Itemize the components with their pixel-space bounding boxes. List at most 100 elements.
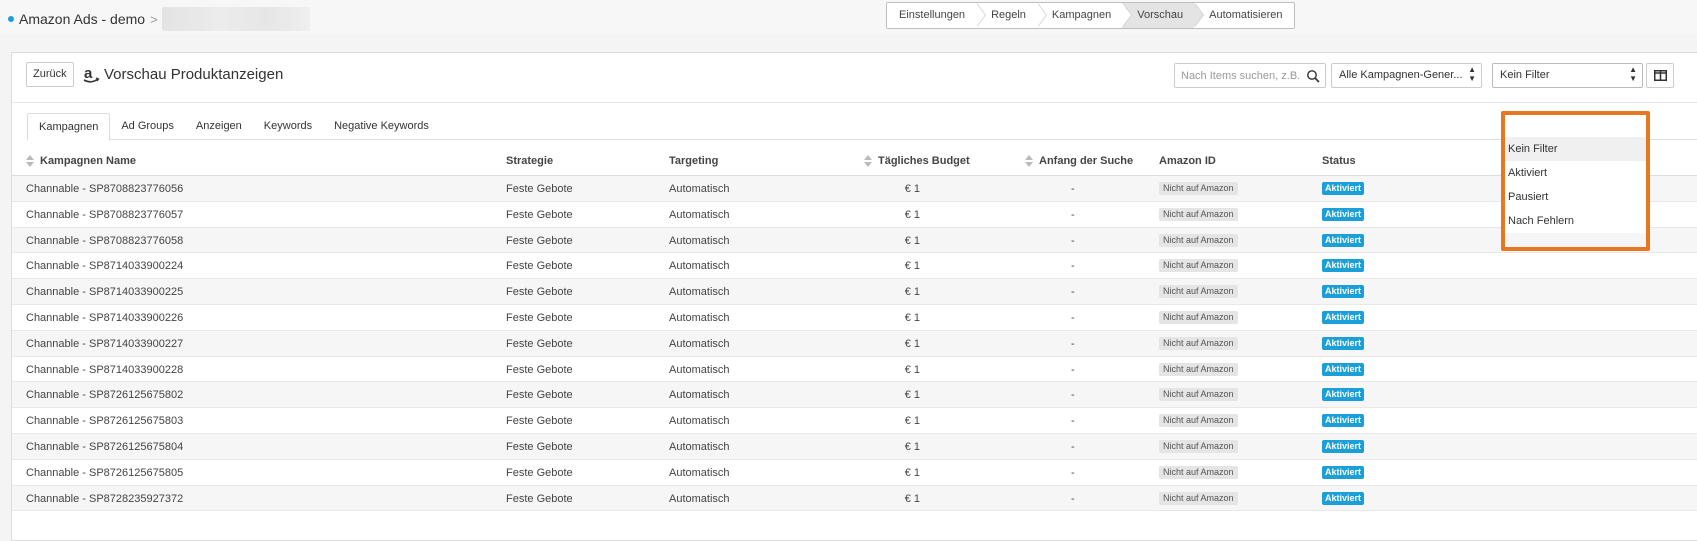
cell-start: -	[1071, 466, 1075, 479]
amazon-id-badge: Nicht auf Amazon	[1159, 439, 1238, 453]
cell-campaign-name[interactable]: Channable - SP8714033900228	[26, 364, 183, 376]
filter-option-nach-fehlern[interactable]: Nach Fehlern	[1503, 209, 1646, 233]
cell-start: -	[1071, 440, 1075, 453]
status-badge: Aktiviert	[1322, 285, 1365, 299]
preview-panel: Zurück a Vorschau Produktanzeigen Alle K…	[11, 52, 1697, 541]
status-filter-select[interactable]: Kein Filter ▲ ▼	[1492, 63, 1643, 88]
cell-budget: € 1	[904, 234, 920, 247]
search-input[interactable]	[1175, 64, 1303, 87]
campaign-generator-value: Alle Kampagnen-Gener...	[1339, 69, 1463, 81]
status-badge: Aktiviert	[1322, 310, 1365, 324]
table-row[interactable]: Channable - SP8708823776056 Feste Gebote A…	[12, 176, 1697, 202]
cell-targeting: Automatisch	[669, 337, 730, 350]
status-dot-icon	[8, 16, 14, 22]
back-button[interactable]: Zurück	[26, 62, 74, 87]
status-badge: Aktiviert	[1322, 465, 1365, 479]
tab-keywords[interactable]: Keywords	[253, 113, 323, 140]
table-row[interactable]: Channable - SP8726125675803 Feste Gebote A…	[12, 408, 1697, 434]
table-row[interactable]: Channable - SP8708823776058 Feste Gebote A…	[12, 227, 1697, 254]
cell-budget: € 1	[904, 389, 920, 402]
cell-start: -	[1071, 260, 1075, 273]
table-row[interactable]: Channable - SP8726125675804 Feste Gebote A…	[12, 433, 1697, 460]
amazon-id-badge: Nicht auf Amazon	[1159, 336, 1238, 350]
tab-negative-keywords[interactable]: Negative Keywords	[323, 113, 440, 140]
filter-option-aktiviert[interactable]: Aktiviert	[1503, 161, 1646, 185]
amazon-id-badge: Nicht auf Amazon	[1159, 310, 1238, 324]
cell-budget: € 1	[904, 492, 920, 505]
cell-campaign-name[interactable]: Channable - SP8714033900226	[26, 312, 183, 324]
wizard-steps: Einstellungen Regeln Kampagnen Vorschau …	[886, 2, 1295, 29]
cell-campaign-name[interactable]: Channable - SP8714033900224	[26, 260, 183, 272]
tab-kampagnen[interactable]: Kampagnen	[27, 113, 111, 141]
step-vorschau[interactable]: Vorschau	[1122, 3, 1204, 28]
select-arrows-icon: ▲ ▼	[1629, 65, 1637, 83]
table-row[interactable]: Channable - SP8726125675805 Feste Gebote A…	[12, 460, 1697, 486]
cell-campaign-name[interactable]: Channable - SP8714033900227	[26, 338, 183, 350]
cell-targeting: Automatisch	[669, 260, 730, 273]
tab-anzeigen[interactable]: Anzeigen	[185, 113, 253, 140]
cell-campaign-name[interactable]: Channable - SP8726125675803	[26, 415, 183, 427]
table-row[interactable]: Channable - SP8714033900227 Feste Gebote A…	[12, 330, 1697, 357]
cell-campaign-name[interactable]: Channable - SP8728235927372	[26, 493, 183, 505]
cell-budget: € 1	[904, 363, 920, 376]
cell-targeting: Automatisch	[669, 311, 730, 324]
cell-targeting: Automatisch	[669, 440, 730, 453]
cell-strategy: Feste Gebote	[506, 466, 573, 479]
table-row[interactable]: Channable - SP8726125675802 Feste Gebote A…	[12, 382, 1697, 409]
cell-start: -	[1071, 363, 1075, 376]
cell-campaign-name[interactable]: Channable - SP8708823776057	[26, 209, 183, 221]
col-header-budget[interactable]: Tägliches Budget	[864, 155, 970, 167]
amazon-id-badge: Nicht auf Amazon	[1159, 207, 1238, 221]
sort-icon	[1025, 155, 1033, 167]
col-header-start[interactable]: Anfang der Suche	[1025, 155, 1133, 167]
col-header-start-label: Anfang der Suche	[1039, 155, 1134, 167]
cell-strategy: Feste Gebote	[506, 208, 573, 221]
cell-campaign-name[interactable]: Channable - SP8714033900225	[26, 286, 183, 298]
amazon-id-badge: Nicht auf Amazon	[1159, 388, 1238, 402]
filter-option-pausiert[interactable]: Pausiert	[1503, 185, 1646, 209]
table-row[interactable]: Channable - SP8708823776057 Feste Gebote A…	[12, 202, 1697, 228]
cell-strategy: Feste Gebote	[506, 440, 573, 453]
cell-strategy: Feste Gebote	[506, 260, 573, 273]
amazon-id-badge: Nicht auf Amazon	[1159, 233, 1238, 247]
sort-icon	[864, 155, 872, 167]
cell-budget: € 1	[904, 466, 920, 479]
cell-budget: € 1	[904, 311, 920, 324]
table-row[interactable]: Channable - SP8714033900228 Feste Gebote A…	[12, 357, 1697, 383]
columns-toggle-button[interactable]	[1646, 63, 1674, 88]
status-badge: Aktiviert	[1322, 182, 1365, 195]
cell-start: -	[1071, 286, 1075, 299]
app-title[interactable]: Amazon Ads - demo	[19, 11, 145, 27]
cell-campaign-name[interactable]: Channable - SP8726125675804	[26, 441, 183, 453]
filter-option-kein-filter[interactable]: Kein Filter	[1503, 137, 1646, 161]
table-row[interactable]: Channable - SP8714033900224 Feste Gebote A…	[12, 253, 1697, 280]
amazon-id-badge: Nicht auf Amazon	[1159, 182, 1238, 195]
select-arrows-icon: ▲ ▼	[1468, 65, 1476, 83]
table-row[interactable]: Channable - SP8728235927372 Feste Gebote A…	[12, 485, 1697, 512]
cell-targeting: Automatisch	[669, 389, 730, 402]
cell-budget: € 1	[904, 286, 920, 299]
cell-budget: € 1	[904, 183, 920, 195]
step-kampagnen[interactable]: Kampagnen	[1036, 3, 1133, 28]
search-box	[1174, 63, 1326, 88]
tab-ad-groups[interactable]: Ad Groups	[110, 113, 185, 140]
cell-campaign-name[interactable]: Channable - SP8726125675802	[26, 389, 183, 401]
cell-strategy: Feste Gebote	[506, 492, 573, 505]
sort-icon	[26, 155, 34, 167]
amazon-id-badge: Nicht auf Amazon	[1159, 414, 1238, 428]
cell-targeting: Automatisch	[669, 208, 730, 221]
cell-campaign-name[interactable]: Channable - SP8708823776056	[26, 183, 183, 195]
step-einstellungen[interactable]: Einstellungen	[887, 3, 987, 28]
campaign-generator-select[interactable]: Alle Kampagnen-Gener... ▲ ▼	[1331, 63, 1482, 88]
table-row[interactable]: Channable - SP8714033900225 Feste Gebote A…	[12, 279, 1697, 305]
status-badge: Aktiviert	[1322, 233, 1365, 247]
status-badge: Aktiviert	[1322, 388, 1365, 402]
search-icon[interactable]	[1306, 69, 1320, 83]
cell-campaign-name[interactable]: Channable - SP8726125675805	[26, 467, 183, 479]
cell-campaign-name[interactable]: Channable - SP8708823776058	[26, 235, 183, 247]
cell-strategy: Feste Gebote	[506, 234, 573, 247]
table-row[interactable]: Channable - SP8714033900226 Feste Gebote A…	[12, 305, 1697, 331]
cell-start: -	[1071, 208, 1075, 221]
col-header-name[interactable]: Kampagnen Name	[26, 155, 136, 167]
step-automatisieren[interactable]: Automatisieren	[1194, 3, 1294, 28]
